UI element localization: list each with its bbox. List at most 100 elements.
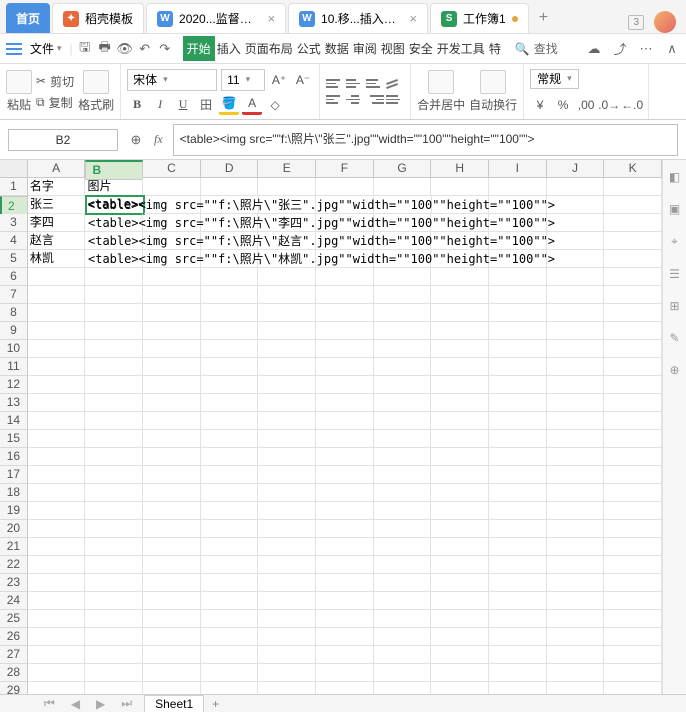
- cut-button[interactable]: ✂剪切: [36, 73, 74, 90]
- cell[interactable]: [143, 250, 201, 268]
- cell[interactable]: [489, 304, 547, 322]
- cell[interactable]: [547, 664, 605, 682]
- menu-devtools[interactable]: 开发工具: [435, 36, 487, 61]
- cell[interactable]: [85, 484, 143, 502]
- cell[interactable]: [604, 628, 662, 646]
- cell[interactable]: [316, 448, 374, 466]
- cell[interactable]: [316, 466, 374, 484]
- cell[interactable]: [28, 592, 86, 610]
- cell[interactable]: [258, 286, 316, 304]
- sheet-nav-last[interactable]: ⏭: [117, 696, 136, 711]
- cell[interactable]: [547, 196, 605, 214]
- align-right-icon[interactable]: [366, 93, 384, 107]
- cell[interactable]: [201, 610, 259, 628]
- cell[interactable]: [489, 196, 547, 214]
- row-header[interactable]: 10: [0, 340, 28, 358]
- cell[interactable]: [431, 520, 489, 538]
- cell[interactable]: [85, 304, 143, 322]
- cell[interactable]: [143, 682, 201, 694]
- menu-start[interactable]: 开始: [183, 36, 215, 61]
- cell[interactable]: [604, 250, 662, 268]
- cell[interactable]: [258, 520, 316, 538]
- cell[interactable]: [201, 592, 259, 610]
- cell[interactable]: [547, 592, 605, 610]
- cell[interactable]: [258, 322, 316, 340]
- cell[interactable]: [374, 322, 432, 340]
- cell[interactable]: [374, 430, 432, 448]
- cell[interactable]: [143, 358, 201, 376]
- cell[interactable]: [85, 502, 143, 520]
- cell[interactable]: [374, 556, 432, 574]
- cell[interactable]: [431, 430, 489, 448]
- cell[interactable]: [143, 646, 201, 664]
- cell[interactable]: [374, 574, 432, 592]
- cell[interactable]: [258, 412, 316, 430]
- cell[interactable]: [374, 250, 432, 268]
- name-box[interactable]: B2: [8, 129, 118, 151]
- cell[interactable]: [28, 538, 86, 556]
- cell[interactable]: [547, 466, 605, 484]
- paste-button[interactable]: 粘贴: [6, 70, 32, 113]
- cell[interactable]: [374, 214, 432, 232]
- cell[interactable]: [431, 484, 489, 502]
- cell[interactable]: [316, 376, 374, 394]
- cell[interactable]: [258, 232, 316, 250]
- cell[interactable]: [374, 466, 432, 484]
- cell[interactable]: [316, 250, 374, 268]
- cell[interactable]: [316, 394, 374, 412]
- menu-data[interactable]: 数据: [323, 36, 351, 61]
- cell[interactable]: [316, 340, 374, 358]
- cell[interactable]: [258, 358, 316, 376]
- cell[interactable]: [143, 304, 201, 322]
- cell[interactable]: [431, 394, 489, 412]
- cell[interactable]: [201, 628, 259, 646]
- cell[interactable]: [547, 232, 605, 250]
- cell[interactable]: [28, 484, 86, 502]
- cell[interactable]: [201, 178, 259, 196]
- cell[interactable]: [604, 178, 662, 196]
- cell[interactable]: [489, 358, 547, 376]
- cell[interactable]: [258, 394, 316, 412]
- cell[interactable]: [28, 358, 86, 376]
- col-header[interactable]: B: [85, 160, 143, 180]
- cell[interactable]: [258, 538, 316, 556]
- share-icon[interactable]: ⤴: [612, 41, 628, 57]
- col-header[interactable]: H: [431, 160, 489, 177]
- align-left-icon[interactable]: [326, 93, 344, 107]
- cell[interactable]: [201, 574, 259, 592]
- cell[interactable]: [489, 232, 547, 250]
- sheet-tab[interactable]: Sheet1: [144, 695, 204, 712]
- cell[interactable]: [201, 358, 259, 376]
- cell[interactable]: [143, 574, 201, 592]
- cell[interactable]: [431, 502, 489, 520]
- tab-add[interactable]: +: [531, 3, 556, 33]
- cell[interactable]: [431, 556, 489, 574]
- col-header[interactable]: I: [489, 160, 547, 177]
- cell[interactable]: [374, 520, 432, 538]
- menu-view[interactable]: 视图: [379, 36, 407, 61]
- cell[interactable]: [489, 412, 547, 430]
- row-header[interactable]: 19: [0, 502, 28, 520]
- cell[interactable]: [604, 466, 662, 484]
- cell[interactable]: [85, 430, 143, 448]
- cell[interactable]: [604, 322, 662, 340]
- row-header[interactable]: 18: [0, 484, 28, 502]
- cell[interactable]: [547, 178, 605, 196]
- cell[interactable]: [547, 340, 605, 358]
- cell[interactable]: 赵言: [28, 232, 86, 250]
- panel-icon[interactable]: ▣: [669, 202, 680, 216]
- cell[interactable]: [85, 322, 143, 340]
- col-header[interactable]: C: [143, 160, 201, 177]
- cell[interactable]: [85, 412, 143, 430]
- cell[interactable]: [258, 340, 316, 358]
- cell[interactable]: [201, 682, 259, 694]
- cell[interactable]: [316, 322, 374, 340]
- cell[interactable]: [143, 484, 201, 502]
- format-painter-button[interactable]: 格式刷: [78, 70, 114, 113]
- cell[interactable]: [374, 448, 432, 466]
- cell[interactable]: [374, 268, 432, 286]
- sheet-nav-next[interactable]: ▶: [92, 697, 109, 711]
- cell[interactable]: [316, 286, 374, 304]
- cell[interactable]: [489, 484, 547, 502]
- cell[interactable]: [143, 502, 201, 520]
